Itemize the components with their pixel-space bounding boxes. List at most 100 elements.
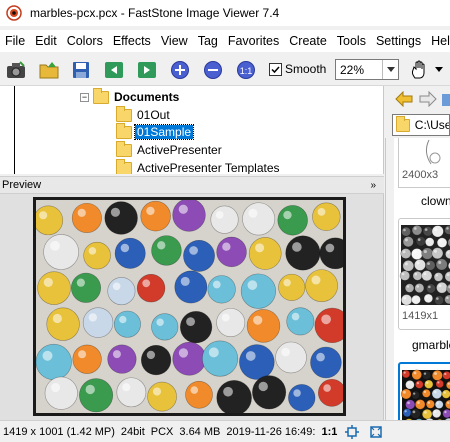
thumbnail-card[interactable]: 2400x3 bbox=[398, 138, 450, 188]
marble-highlight bbox=[444, 410, 447, 414]
zoom-out-icon[interactable] bbox=[202, 59, 224, 81]
forward-arrow-icon[interactable] bbox=[419, 91, 437, 107]
tree-item-activepresenter-templates[interactable]: ActivePresenter Templates bbox=[116, 158, 282, 174]
marble-highlight bbox=[413, 250, 417, 254]
marble bbox=[79, 378, 114, 413]
marble bbox=[415, 236, 427, 247]
marble-highlight bbox=[39, 211, 48, 220]
marble bbox=[216, 236, 247, 268]
marble-highlight bbox=[402, 250, 406, 254]
marble bbox=[411, 294, 421, 305]
full-screen-icon[interactable] bbox=[369, 425, 383, 439]
marble bbox=[113, 310, 141, 338]
double-chevron-icon[interactable]: » bbox=[370, 180, 384, 191]
browser-toolbar bbox=[385, 86, 450, 114]
zoom-select[interactable]: 22% bbox=[335, 59, 399, 80]
marble-highlight bbox=[180, 276, 190, 286]
menu-favorites[interactable]: Favorites bbox=[223, 34, 284, 48]
marble-highlight bbox=[423, 390, 427, 394]
marble bbox=[140, 200, 171, 232]
menu-tag[interactable]: Tag bbox=[193, 34, 223, 48]
tree-item-activepresenter[interactable]: ActivePresenter bbox=[116, 140, 224, 159]
marble bbox=[310, 346, 342, 379]
menu-help[interactable]: Help bbox=[426, 34, 450, 48]
window-title: marbles-pcx.pcx - FastStone Image Viewer… bbox=[30, 6, 280, 20]
menu-create[interactable]: Create bbox=[284, 34, 332, 48]
smooth-checkbox[interactable]: Smooth bbox=[269, 62, 326, 76]
marble bbox=[246, 309, 281, 343]
marble-highlight bbox=[283, 210, 292, 220]
tree-guide-line bbox=[14, 86, 15, 174]
marble-highlight bbox=[402, 390, 406, 394]
marble-highlight bbox=[223, 386, 233, 397]
marble-highlight bbox=[255, 243, 265, 253]
open-folder-icon[interactable] bbox=[38, 59, 60, 81]
marble-highlight bbox=[283, 279, 291, 287]
marble-highlight bbox=[403, 228, 406, 232]
fit-window-icon[interactable] bbox=[345, 424, 360, 439]
folder-icon bbox=[116, 105, 132, 122]
marble-highlight bbox=[178, 348, 189, 358]
marble bbox=[248, 237, 282, 270]
camera-icon[interactable] bbox=[5, 59, 27, 81]
menu-edit[interactable]: Edit bbox=[30, 34, 62, 48]
smooth-label: Smooth bbox=[285, 62, 327, 76]
menu-tools[interactable]: Tools bbox=[332, 34, 371, 48]
marble-highlight bbox=[52, 313, 62, 324]
folder-icon bbox=[93, 87, 109, 104]
marble-highlight bbox=[248, 208, 258, 218]
tree-item-01sample[interactable]: 01Sample bbox=[116, 122, 195, 141]
thumbnail-dimensions: 1419x1 bbox=[402, 310, 439, 322]
thumbnail-card-selected[interactable] bbox=[398, 362, 450, 420]
marble-highlight bbox=[110, 207, 121, 217]
marbles-image bbox=[33, 197, 346, 416]
folder-icon bbox=[116, 122, 132, 139]
marble bbox=[436, 237, 448, 248]
save-icon[interactable] bbox=[70, 59, 92, 81]
thumbnail-card[interactable]: 1419x1 bbox=[398, 218, 450, 330]
menu-view[interactable]: View bbox=[156, 34, 193, 48]
hand-dropdown-icon[interactable] bbox=[432, 59, 446, 81]
marble-highlight bbox=[189, 246, 198, 255]
menu-effects[interactable]: Effects bbox=[108, 34, 156, 48]
marble-highlight bbox=[212, 280, 221, 289]
actual-size-icon[interactable]: 1:1 bbox=[235, 59, 257, 81]
folder-icon bbox=[116, 140, 132, 157]
checkbox-icon[interactable] bbox=[269, 62, 282, 76]
menu-colors[interactable]: Colors bbox=[62, 34, 108, 48]
menu-bar: File Edit Colors Effects View Tag Favori… bbox=[0, 30, 450, 52]
next-icon[interactable] bbox=[136, 59, 158, 81]
collapse-icon[interactable]: − bbox=[80, 92, 89, 102]
zoom-in-icon[interactable] bbox=[169, 59, 191, 81]
back-arrow-icon[interactable] bbox=[395, 91, 413, 107]
marble-highlight bbox=[425, 295, 429, 299]
hand-icon[interactable] bbox=[408, 59, 430, 81]
marble bbox=[411, 224, 423, 236]
marble bbox=[421, 370, 432, 380]
svg-text:1:1: 1:1 bbox=[240, 66, 253, 76]
marble bbox=[421, 408, 433, 420]
marble bbox=[252, 375, 287, 410]
menu-file[interactable]: File bbox=[0, 34, 30, 48]
path-field[interactable]: C:\User bbox=[392, 114, 450, 136]
marble bbox=[400, 248, 412, 259]
marble bbox=[36, 343, 72, 381]
marble-highlight bbox=[427, 262, 430, 266]
marble-highlight bbox=[186, 317, 195, 327]
marble-highlight bbox=[433, 390, 437, 394]
thumbnail-scrollbar[interactable] bbox=[386, 138, 394, 420]
menu-settings[interactable]: Settings bbox=[371, 34, 426, 48]
chevron-down-icon[interactable] bbox=[382, 60, 398, 79]
marble bbox=[431, 369, 443, 381]
tree-node-documents[interactable]: − Documents bbox=[80, 87, 181, 106]
marble-highlight bbox=[443, 391, 446, 394]
home-icon[interactable] bbox=[442, 91, 450, 107]
marble-highlight bbox=[77, 208, 86, 217]
marble bbox=[425, 399, 435, 409]
previous-icon[interactable] bbox=[103, 59, 125, 81]
marble bbox=[278, 273, 306, 301]
marble bbox=[422, 388, 431, 398]
marble-highlight bbox=[417, 238, 421, 241]
tree-item-01out[interactable]: 01Out bbox=[116, 105, 172, 124]
marble-highlight bbox=[446, 273, 450, 277]
